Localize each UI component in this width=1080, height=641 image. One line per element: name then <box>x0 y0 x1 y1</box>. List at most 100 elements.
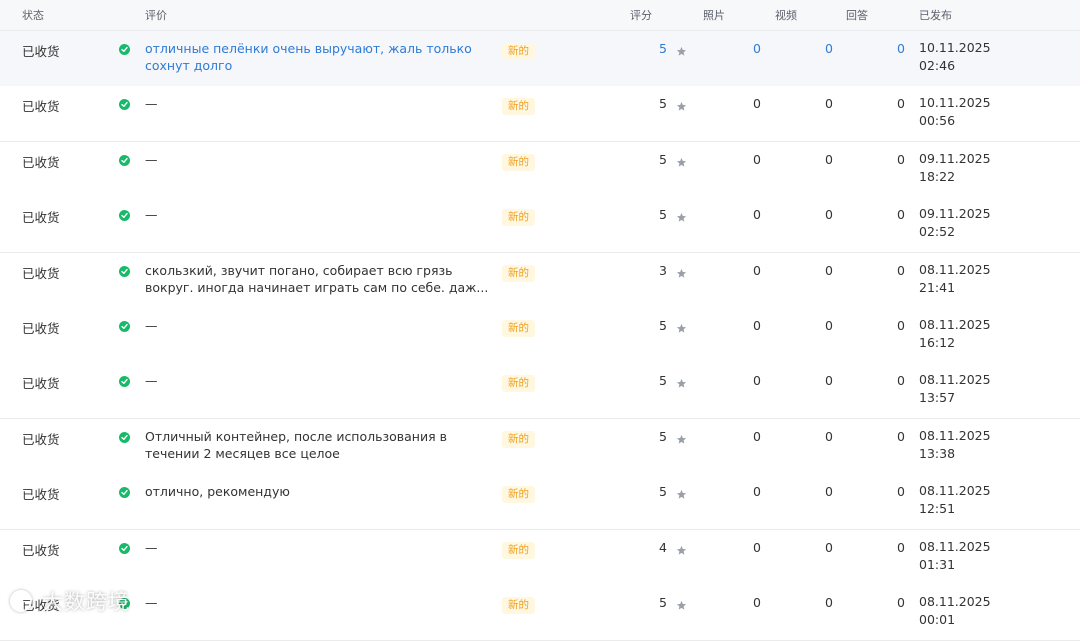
table-row[interactable]: 已收货 — 新的 4 0 0 0 08.11.2025 01:31 <box>0 529 1080 586</box>
review-text: — <box>145 539 158 555</box>
replies-count[interactable]: 0 <box>875 41 905 56</box>
star-icon <box>676 208 687 227</box>
rating-value: 5 <box>659 428 667 444</box>
videos-count: 0 <box>825 484 833 500</box>
published-date: 08.11.2025 <box>919 594 991 609</box>
videos-count: 0 <box>825 373 833 389</box>
star-icon <box>676 153 687 172</box>
new-badge: 新的 <box>502 209 535 227</box>
status-text: 已收货 <box>22 44 60 59</box>
status-text: 已收货 <box>22 154 60 170</box>
status-text: 已收货 <box>22 376 60 392</box>
videos-count: 0 <box>825 151 833 167</box>
table-row[interactable]: 已收货 Отличный контейнер, после использова… <box>0 418 1080 475</box>
review-text: скользкий, звучит погано, собирает всю г… <box>145 262 489 295</box>
videos-count: 0 <box>825 96 833 112</box>
status-text: 已收货 <box>22 431 60 447</box>
videos-count: 0 <box>825 539 833 555</box>
column-review[interactable]: 评价 <box>145 7 167 23</box>
column-published[interactable]: 已发布 <box>919 7 952 23</box>
published-date: 10.11.2025 <box>919 40 991 55</box>
table-row[interactable]: 已收货 — 新的 5 0 0 0 09.11.2025 02:52 <box>0 197 1080 254</box>
new-badge: 新的 <box>502 98 535 116</box>
videos-count: 0 <box>825 428 833 444</box>
published-time: 02:52 <box>919 224 956 240</box>
watermark-logo-icon <box>10 590 32 612</box>
table-row[interactable]: 已收货 — 新的 5 0 0 0 08.11.2025 00:01 <box>0 585 1080 641</box>
replies-count: 0 <box>897 373 905 389</box>
check-circle-icon <box>119 99 130 111</box>
published-date: 08.11.2025 <box>919 261 991 277</box>
new-badge: 新的 <box>502 597 535 614</box>
rating-value: 4 <box>659 539 667 555</box>
check-circle-icon <box>119 321 130 332</box>
rating-value: 5 <box>659 373 667 389</box>
rating-value: 5 <box>659 484 667 500</box>
new-badge: 新的 <box>502 153 535 171</box>
review-text: — <box>145 318 158 333</box>
rating-value: 5 <box>659 151 667 167</box>
star-icon <box>676 541 687 560</box>
rating-value: 5 <box>659 41 667 56</box>
new-badge: 新的 <box>502 264 535 282</box>
published-time: 02:46 <box>919 58 956 73</box>
status-text: 已收货 <box>22 210 60 226</box>
published-time: 18:22 <box>919 168 956 184</box>
column-photos[interactable]: 照片 <box>703 7 725 23</box>
review-text: — <box>145 595 158 610</box>
published-time: 16:12 <box>919 335 956 350</box>
check-circle-icon <box>119 542 130 554</box>
photos-count: 0 <box>753 428 761 444</box>
table-row[interactable]: 已收货 отлично, рекомендую 新的 5 0 0 0 08.11… <box>0 474 1080 531</box>
status-text: 已收货 <box>22 99 60 115</box>
photos-count: 0 <box>753 373 761 389</box>
new-badge: 新的 <box>502 541 535 559</box>
column-videos[interactable]: 视频 <box>775 7 797 23</box>
videos-count: 0 <box>825 262 833 278</box>
new-badge: 新的 <box>502 375 535 393</box>
review-text: — <box>145 373 158 389</box>
published-time: 21:41 <box>919 279 956 295</box>
videos-count: 0 <box>825 207 833 223</box>
photos-count: 0 <box>753 595 761 610</box>
star-icon <box>676 596 687 615</box>
photos-count: 0 <box>753 484 761 500</box>
photos-count: 0 <box>753 318 761 333</box>
review-text: — <box>145 207 158 223</box>
status-text: 已收货 <box>22 265 60 281</box>
published-time: 01:31 <box>919 556 956 572</box>
column-replies[interactable]: 回答 <box>846 7 868 23</box>
review-text: отлично, рекомендую <box>145 484 290 500</box>
column-rating[interactable]: 评分 <box>630 7 652 23</box>
column-status[interactable]: 状态 <box>22 7 44 23</box>
table-row[interactable]: 已收货 скользкий, звучит погано, собирает в… <box>0 252 1080 309</box>
videos-count[interactable]: 0 <box>803 41 833 56</box>
status-text: 已收货 <box>22 321 60 336</box>
published-time: 00:01 <box>919 612 956 627</box>
table-row[interactable]: 已收货 — 新的 5 0 0 0 08.11.2025 16:12 <box>0 308 1080 364</box>
check-circle-icon <box>119 44 130 55</box>
replies-count: 0 <box>897 207 905 223</box>
new-badge: 新的 <box>502 430 535 448</box>
table-row[interactable]: 已收货 — 新的 5 0 0 0 10.11.2025 00:56 <box>0 86 1080 143</box>
table-row[interactable]: 已收货 отличные пелёнки очень выручают, жал… <box>0 31 1080 87</box>
watermark: 大数跨境 <box>42 590 130 614</box>
review-text[interactable]: отличные пелёнки очень выручают, жаль то… <box>145 40 490 74</box>
review-text: Отличный контейнер, после использования … <box>145 428 447 461</box>
published-time: 13:38 <box>919 445 956 461</box>
check-circle-icon <box>119 487 130 499</box>
photos-count: 0 <box>753 151 761 167</box>
published-date: 08.11.2025 <box>919 483 991 499</box>
status-text: 已收货 <box>22 487 60 503</box>
videos-count: 0 <box>825 318 833 333</box>
rating-value: 5 <box>659 96 667 112</box>
photos-count: 0 <box>753 96 761 112</box>
review-text: — <box>145 151 158 167</box>
replies-count: 0 <box>897 539 905 555</box>
replies-count: 0 <box>897 428 905 444</box>
photos-count[interactable]: 0 <box>731 41 761 56</box>
table-row[interactable]: 已收货 — 新的 5 0 0 0 08.11.2025 13:57 <box>0 363 1080 420</box>
table-row[interactable]: 已收货 — 新的 5 0 0 0 09.11.2025 18:22 <box>0 141 1080 198</box>
published-date: 08.11.2025 <box>919 317 991 332</box>
published-time: 00:56 <box>919 113 956 129</box>
